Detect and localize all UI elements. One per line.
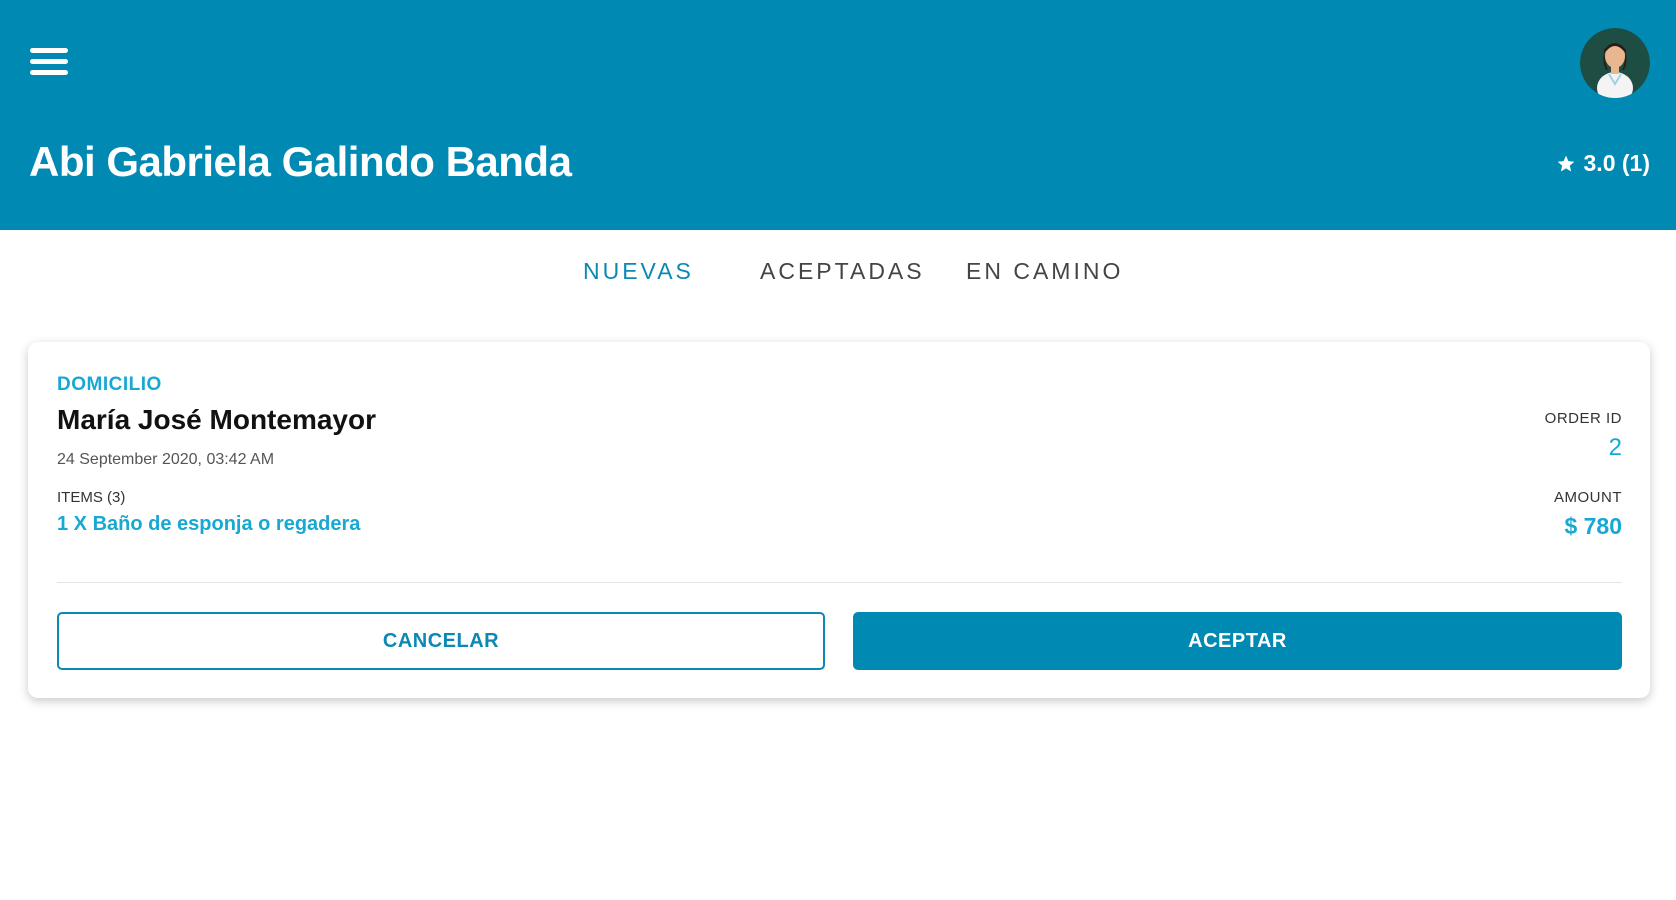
- accept-button[interactable]: ACEPTAR: [853, 612, 1622, 670]
- rating-value: 3.0 (1): [1583, 150, 1650, 176]
- order-id-value: 2: [1608, 434, 1622, 461]
- tab-aceptadas[interactable]: ACEPTADAS: [760, 258, 925, 285]
- items-label: ITEMS (3): [57, 489, 126, 506]
- star-icon: [1557, 155, 1574, 171]
- avatar-image: [1580, 28, 1650, 98]
- professional-name: Abi Gabriela Galindo Banda: [29, 138, 572, 185]
- menu-icon[interactable]: [30, 48, 68, 80]
- order-tabs: NUEVAS ACEPTADAS EN CAMINO: [0, 258, 1676, 294]
- rating: 3.0 (1): [1556, 150, 1650, 177]
- order-date: 24 September 2020, 03:42 AM: [57, 451, 275, 468]
- cancel-button[interactable]: CANCELAR: [57, 612, 825, 670]
- tab-en-camino[interactable]: EN CAMINO: [966, 258, 1123, 285]
- customer-name: María José Montemayor: [57, 404, 376, 435]
- card-divider: [57, 582, 1622, 583]
- service-type: DOMICILIO: [57, 374, 162, 395]
- order-card: DOMICILIO María José Montemayor 24 Septe…: [28, 342, 1650, 698]
- doctor-avatar[interactable]: [1580, 28, 1650, 98]
- item-line: 1 X Baño de esponja o regadera: [57, 513, 361, 535]
- app-header: Abi Gabriela Galindo Banda 3.0 (1): [0, 0, 1676, 230]
- order-id-label: ORDER ID: [1544, 410, 1622, 427]
- amount-value: $ 780: [1564, 513, 1622, 539]
- amount-label: AMOUNT: [1554, 489, 1622, 506]
- tab-nuevas[interactable]: NUEVAS: [583, 258, 694, 285]
